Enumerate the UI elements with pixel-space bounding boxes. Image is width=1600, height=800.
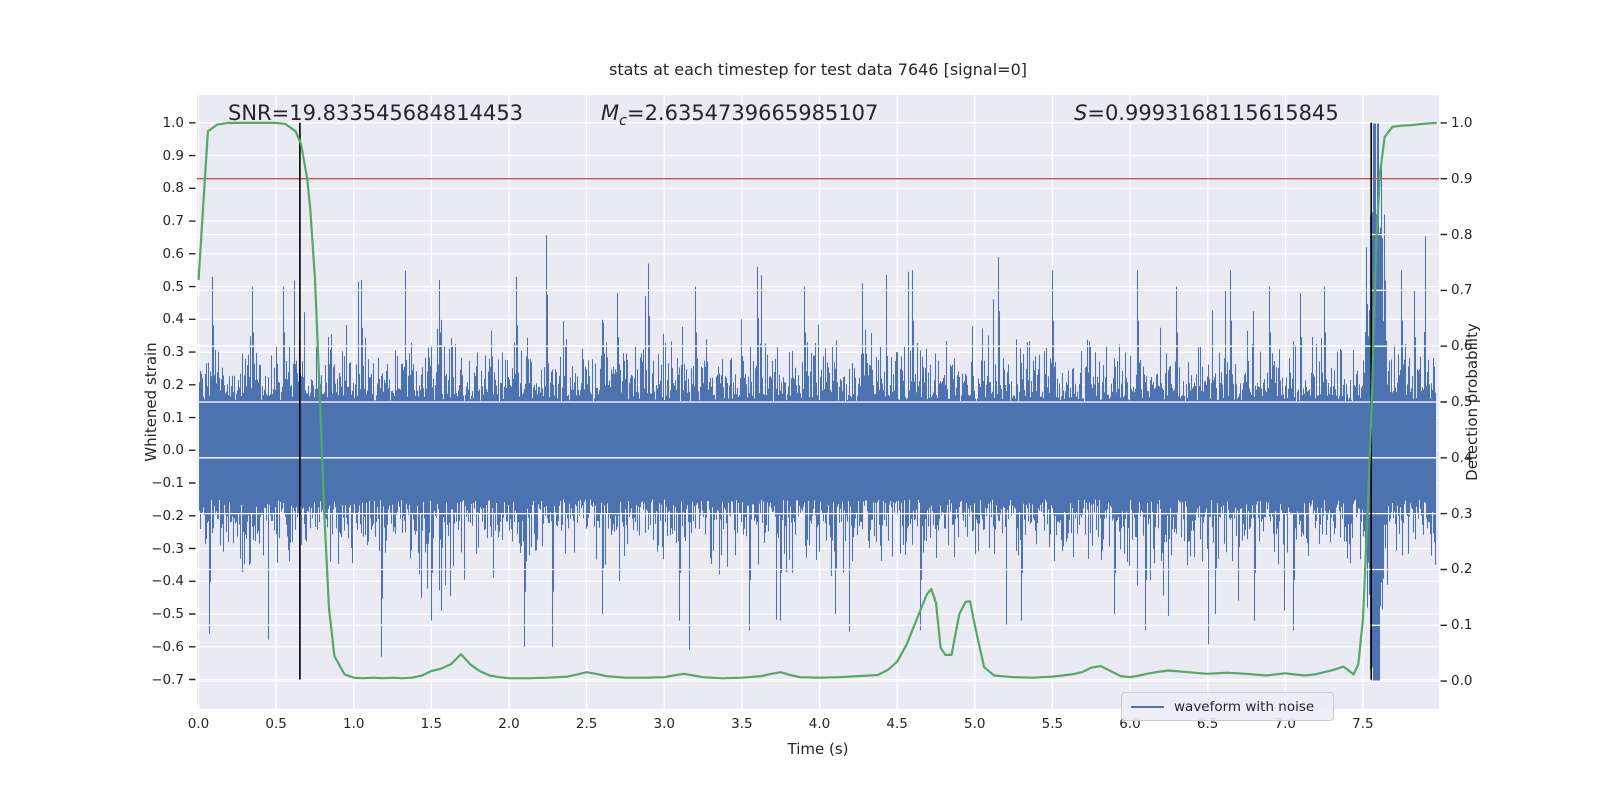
- x-tick-label: 0.0: [187, 716, 210, 732]
- y-tick-label-left: −0.5: [151, 606, 184, 623]
- y-tick-label-right: 0.1: [1451, 617, 1473, 634]
- x-tick-label: 1.0: [343, 716, 365, 732]
- legend-label: waveform with noise: [1174, 698, 1315, 715]
- x-tick-label: 3.5: [731, 716, 753, 732]
- chirp-mass-value: =2.6354739665985107: [626, 101, 879, 125]
- chart-title: stats at each timestep for test data 764…: [608, 60, 1027, 79]
- x-tick-label: 2.0: [498, 716, 520, 732]
- x-tick-label: 2.5: [575, 716, 598, 732]
- y-axis-label-left: Whitened strain: [142, 342, 160, 462]
- y-tick-label-left: −0.1: [151, 475, 184, 492]
- y-tick-label-left: 0.0: [162, 442, 184, 459]
- y-tick-label-left: −0.7: [151, 671, 184, 688]
- x-tick-label: 4.5: [886, 716, 908, 732]
- y-tick-label-right: 0.6: [1451, 338, 1473, 355]
- annotation-chirp-mass: Mc=2.6354739665985107: [601, 101, 878, 129]
- y-tick-label-left: 0.2: [162, 376, 184, 393]
- y-tick-label-left: 1.0: [162, 114, 184, 131]
- x-tick-label: 7.5: [1352, 716, 1374, 732]
- y-tick-label-right: 1.0: [1451, 114, 1473, 131]
- legend-line-swatch: [1131, 705, 1164, 708]
- x-axis-label: Time (s): [787, 740, 849, 758]
- y-tick-label-left: 0.6: [162, 245, 184, 262]
- y-tick-label-right: 0.4: [1451, 449, 1473, 466]
- score-symbol: S: [1074, 101, 1088, 125]
- y-tick-label-left: 0.5: [162, 278, 184, 295]
- x-tick-label: 0.5: [265, 716, 287, 732]
- x-tick-label: 4.0: [808, 716, 831, 732]
- legend: waveform with noise: [1121, 692, 1334, 721]
- y-tick-label-left: −0.2: [151, 507, 184, 524]
- y-tick-label-left: 0.9: [162, 147, 184, 164]
- y-tick-label-right: 0.8: [1451, 226, 1473, 243]
- y-tick-label-right: 0.5: [1451, 394, 1473, 410]
- y-tick-label-left: 0.7: [162, 213, 184, 230]
- annotation-snr: SNR=19.833545684814453: [228, 101, 524, 125]
- x-tick-label: 5.0: [964, 716, 986, 732]
- y-tick-label-left: −0.4: [151, 573, 184, 590]
- y-tick-label-left: 0.8: [162, 180, 184, 197]
- x-tick-label: 1.5: [420, 716, 443, 732]
- score-value: =0.9993168115615845: [1087, 101, 1339, 125]
- y-tick-label-right: 0.2: [1451, 561, 1473, 578]
- y-tick-label-right: 0.7: [1451, 282, 1473, 299]
- y-tick-label-right: 0.9: [1451, 170, 1473, 187]
- y-tick-label-left: 0.1: [162, 409, 184, 426]
- y-tick-label-right: 0.3: [1451, 505, 1473, 522]
- annotation-score: S=0.9993168115615845: [1074, 101, 1339, 125]
- chirp-mass-symbol: M: [601, 101, 620, 125]
- y-tick-label-right: 0.0: [1451, 673, 1473, 690]
- y-tick-label-left: −0.6: [151, 638, 184, 655]
- x-tick-label: 3.0: [653, 716, 676, 732]
- y-tick-label-left: 0.3: [162, 344, 184, 361]
- chirp-mass-subscript: c: [619, 113, 627, 130]
- x-tick-label: 5.5: [1041, 716, 1064, 732]
- figure: stats at each timestep for test data 764…: [0, 0, 1600, 800]
- y-tick-label-left: −0.3: [151, 540, 184, 557]
- y-tick-label-left: 0.4: [162, 311, 184, 328]
